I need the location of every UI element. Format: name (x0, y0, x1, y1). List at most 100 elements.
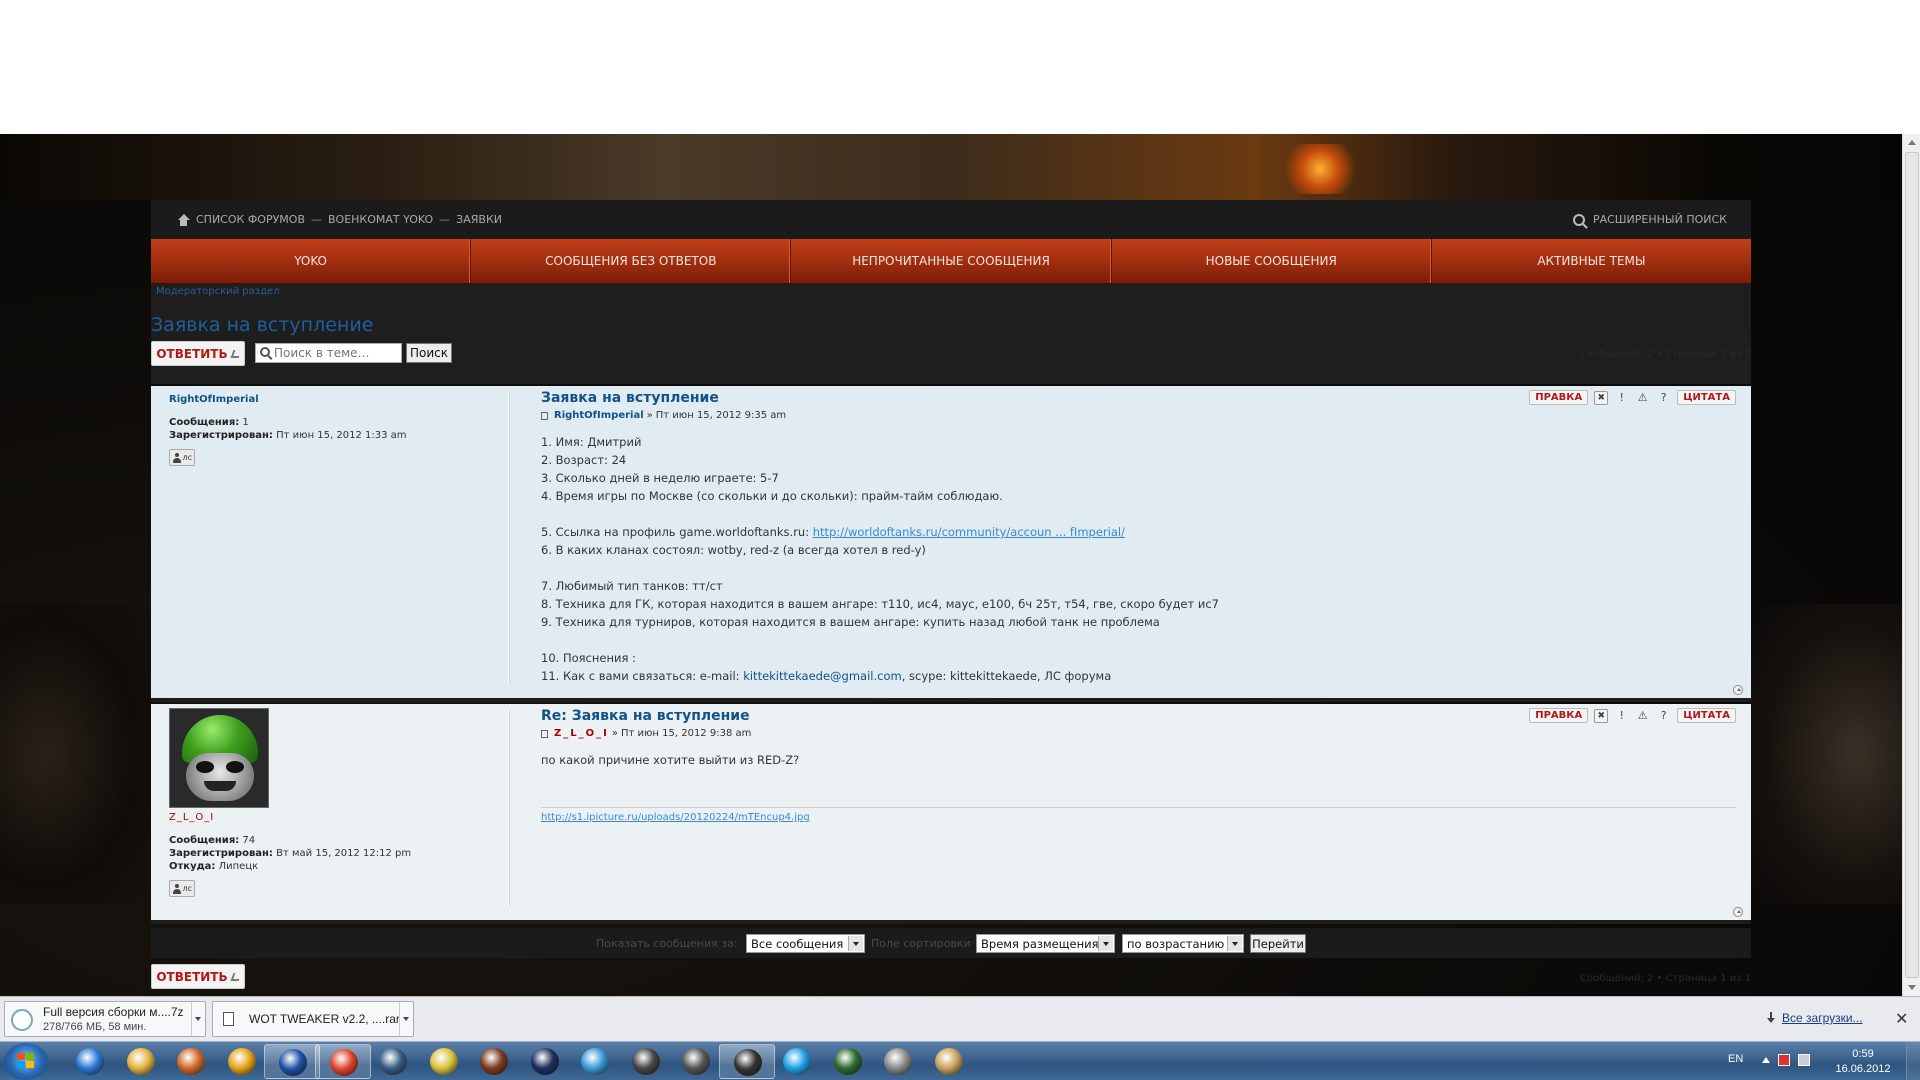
taskbar-app-button[interactable] (163, 1044, 219, 1079)
avatar-mouth (204, 781, 236, 791)
browser-chrome (0, 0, 1920, 134)
nav-item-unanswered[interactable]: СООБЩЕНИЯ БЕЗ ОТВЕТОВ (471, 239, 792, 283)
edit-button[interactable]: ПРАВКА (1529, 708, 1589, 723)
taskbar-app-button[interactable] (618, 1044, 674, 1079)
pagination-info-bottom: Сообщений: 2 • Страница 1 из 1 (1580, 973, 1751, 984)
chevron-down-icon[interactable] (399, 1002, 413, 1036)
chevron-down-icon[interactable] (191, 1002, 205, 1036)
post-author[interactable]: RightOfImperial (554, 410, 644, 421)
warn-icon[interactable]: ! (1614, 390, 1629, 405)
report-icon[interactable]: ⚠ (1635, 708, 1650, 723)
league-icon (530, 1048, 559, 1075)
download-item[interactable]: Full версия сборки м....7z 278/766 МБ, 5… (4, 1001, 206, 1037)
content-text: 5. Ссылка на профиль game.worldoftanks.r… (541, 525, 813, 539)
pm-button[interactable]: лс (169, 880, 195, 897)
post-divider (508, 392, 509, 684)
profile-username[interactable]: RightOfImperial (169, 394, 499, 405)
taskbar-app-button[interactable] (870, 1044, 926, 1079)
info-icon[interactable]: ? (1656, 390, 1671, 405)
topic-search-button[interactable]: Поиск (406, 343, 452, 363)
sort-field-select[interactable]: Время размещения (976, 934, 1115, 953)
scroll-down-icon[interactable] (1908, 985, 1916, 990)
nav-item-unread[interactable]: НЕПРОЧИТАННЫЕ СООБЩЕНИЯ (791, 239, 1112, 283)
all-downloads-link[interactable]: Все загрузки... (1767, 1011, 1863, 1025)
download-status: 278/766 МБ, 58 мин. (43, 1021, 147, 1033)
email-link[interactable]: kittekittekaede@gmail.com (743, 669, 902, 683)
taskbar-app-button[interactable] (567, 1044, 623, 1079)
breadcrumb-forums[interactable]: СПИСОК ФОРУМОВ (196, 213, 305, 226)
network-icon[interactable] (1798, 1054, 1810, 1066)
post-author[interactable]: Z_L_O_I (554, 728, 609, 739)
scroll-up-icon[interactable] (1908, 140, 1916, 145)
moderator-section-link[interactable]: Модераторский раздел (156, 286, 280, 297)
nav-item-active-topics[interactable]: АКТИВНЫЕ ТЕМЫ (1432, 239, 1751, 283)
sort-order-select[interactable]: по возрастанию (1122, 934, 1244, 953)
background-decoration-left (0, 604, 152, 904)
breadcrumb-section[interactable]: ВОЕНКОМАТ YOKO (328, 213, 433, 226)
content-line (541, 505, 1736, 523)
action-center-icon[interactable] (1778, 1054, 1790, 1066)
delete-icon[interactable]: ✖ (1594, 390, 1609, 405)
reply-button[interactable]: ОТВЕТИТЬ (151, 341, 245, 366)
close-icon[interactable]: ✕ (1895, 1009, 1908, 1028)
page-title[interactable]: Заявка на вступление (151, 314, 373, 336)
report-icon[interactable]: ⚠ (1635, 390, 1650, 405)
quote-button[interactable]: ЦИТАТА (1677, 708, 1736, 723)
profile-link[interactable]: http://worldoftanks.ru/community/accoun … (813, 525, 1125, 539)
tray-expand-icon[interactable] (1762, 1057, 1770, 1063)
clock[interactable]: 0:59 16.06.2012 (1833, 1047, 1893, 1077)
taskbar-app-button[interactable] (314, 1044, 371, 1079)
content-line: 6. В каких кланах состоял: wotby, red-z … (541, 543, 926, 557)
taskbar-app-button[interactable] (113, 1044, 169, 1079)
scrollbar-thumb[interactable] (1905, 152, 1919, 978)
topic-search-input[interactable] (274, 345, 399, 361)
home-icon[interactable] (177, 213, 190, 226)
pm-button[interactable]: лс (169, 449, 195, 466)
profile-username[interactable]: Z_L_O_I (169, 812, 499, 823)
quote-button[interactable]: ЦИТАТА (1677, 390, 1736, 405)
go-button[interactable]: Перейти (1250, 934, 1306, 953)
edit-button[interactable]: ПРАВКА (1529, 390, 1589, 405)
show-posts-value: Все сообщения (751, 937, 844, 951)
save-icon (279, 1049, 307, 1076)
show-posts-select[interactable]: Все сообщения (746, 934, 865, 953)
nav-item-new[interactable]: НОВЫЕ СООБЩЕНИЯ (1112, 239, 1432, 283)
signature-link[interactable]: http://s1.ipicture.ru/uploads/20120224/m… (541, 812, 810, 823)
show-desktop-button[interactable] (1906, 1042, 1920, 1080)
content-line (541, 559, 1736, 577)
reply-button-bottom[interactable]: ОТВЕТИТЬ (151, 964, 245, 989)
taskbar-app-button[interactable] (517, 1044, 573, 1079)
taskbar-app-button[interactable] (466, 1044, 522, 1079)
taskbar-app-button[interactable] (820, 1044, 876, 1079)
download-item[interactable]: WOT TWEAKER v2.2, ....rar (212, 1001, 414, 1037)
skype-icon (783, 1048, 811, 1075)
post-icon (541, 729, 548, 738)
nav-item-yoko[interactable]: YOKO (151, 239, 472, 283)
warn-icon[interactable]: ! (1614, 708, 1629, 723)
language-indicator[interactable]: EN (1728, 1053, 1743, 1065)
breadcrumb-subsection[interactable]: ЗАЯВКИ (456, 213, 502, 226)
advanced-search-label: РАСШИРЕННЫЙ ПОИСК (1592, 213, 1727, 226)
taskbar-app-button[interactable] (365, 1044, 421, 1079)
advanced-search-link[interactable]: РАСШИРЕННЫЙ ПОИСК (1572, 213, 1727, 226)
taskbar-app-button[interactable] (416, 1044, 472, 1079)
taskbar-app-button[interactable] (718, 1044, 775, 1079)
show-posts-label: Показать сообщения за: (596, 937, 738, 950)
clock-time: 0:59 (1852, 1048, 1874, 1060)
start-button[interactable] (4, 1043, 48, 1080)
content-line: 9. Техника для турниров, которая находит… (541, 615, 1160, 629)
taskbar-app-button[interactable] (214, 1044, 270, 1079)
taskbar-app-button[interactable] (668, 1044, 724, 1079)
search-icon (1572, 213, 1585, 226)
info-icon[interactable]: ? (1656, 708, 1671, 723)
taskbar-app-button[interactable] (921, 1044, 977, 1079)
back-to-top-icon[interactable] (1733, 907, 1743, 917)
page-scrollbar[interactable] (1902, 134, 1920, 996)
back-to-top-icon[interactable] (1733, 685, 1743, 695)
taskbar-app-button[interactable] (62, 1044, 118, 1079)
avatar (169, 708, 269, 808)
main-nav: YOKO СООБЩЕНИЯ БЕЗ ОТВЕТОВ НЕПРОЧИТАННЫЕ… (151, 239, 1751, 284)
taskbar-app-button[interactable] (264, 1044, 320, 1079)
taskbar-app-button[interactable] (769, 1044, 825, 1079)
delete-icon[interactable]: ✖ (1594, 708, 1609, 723)
